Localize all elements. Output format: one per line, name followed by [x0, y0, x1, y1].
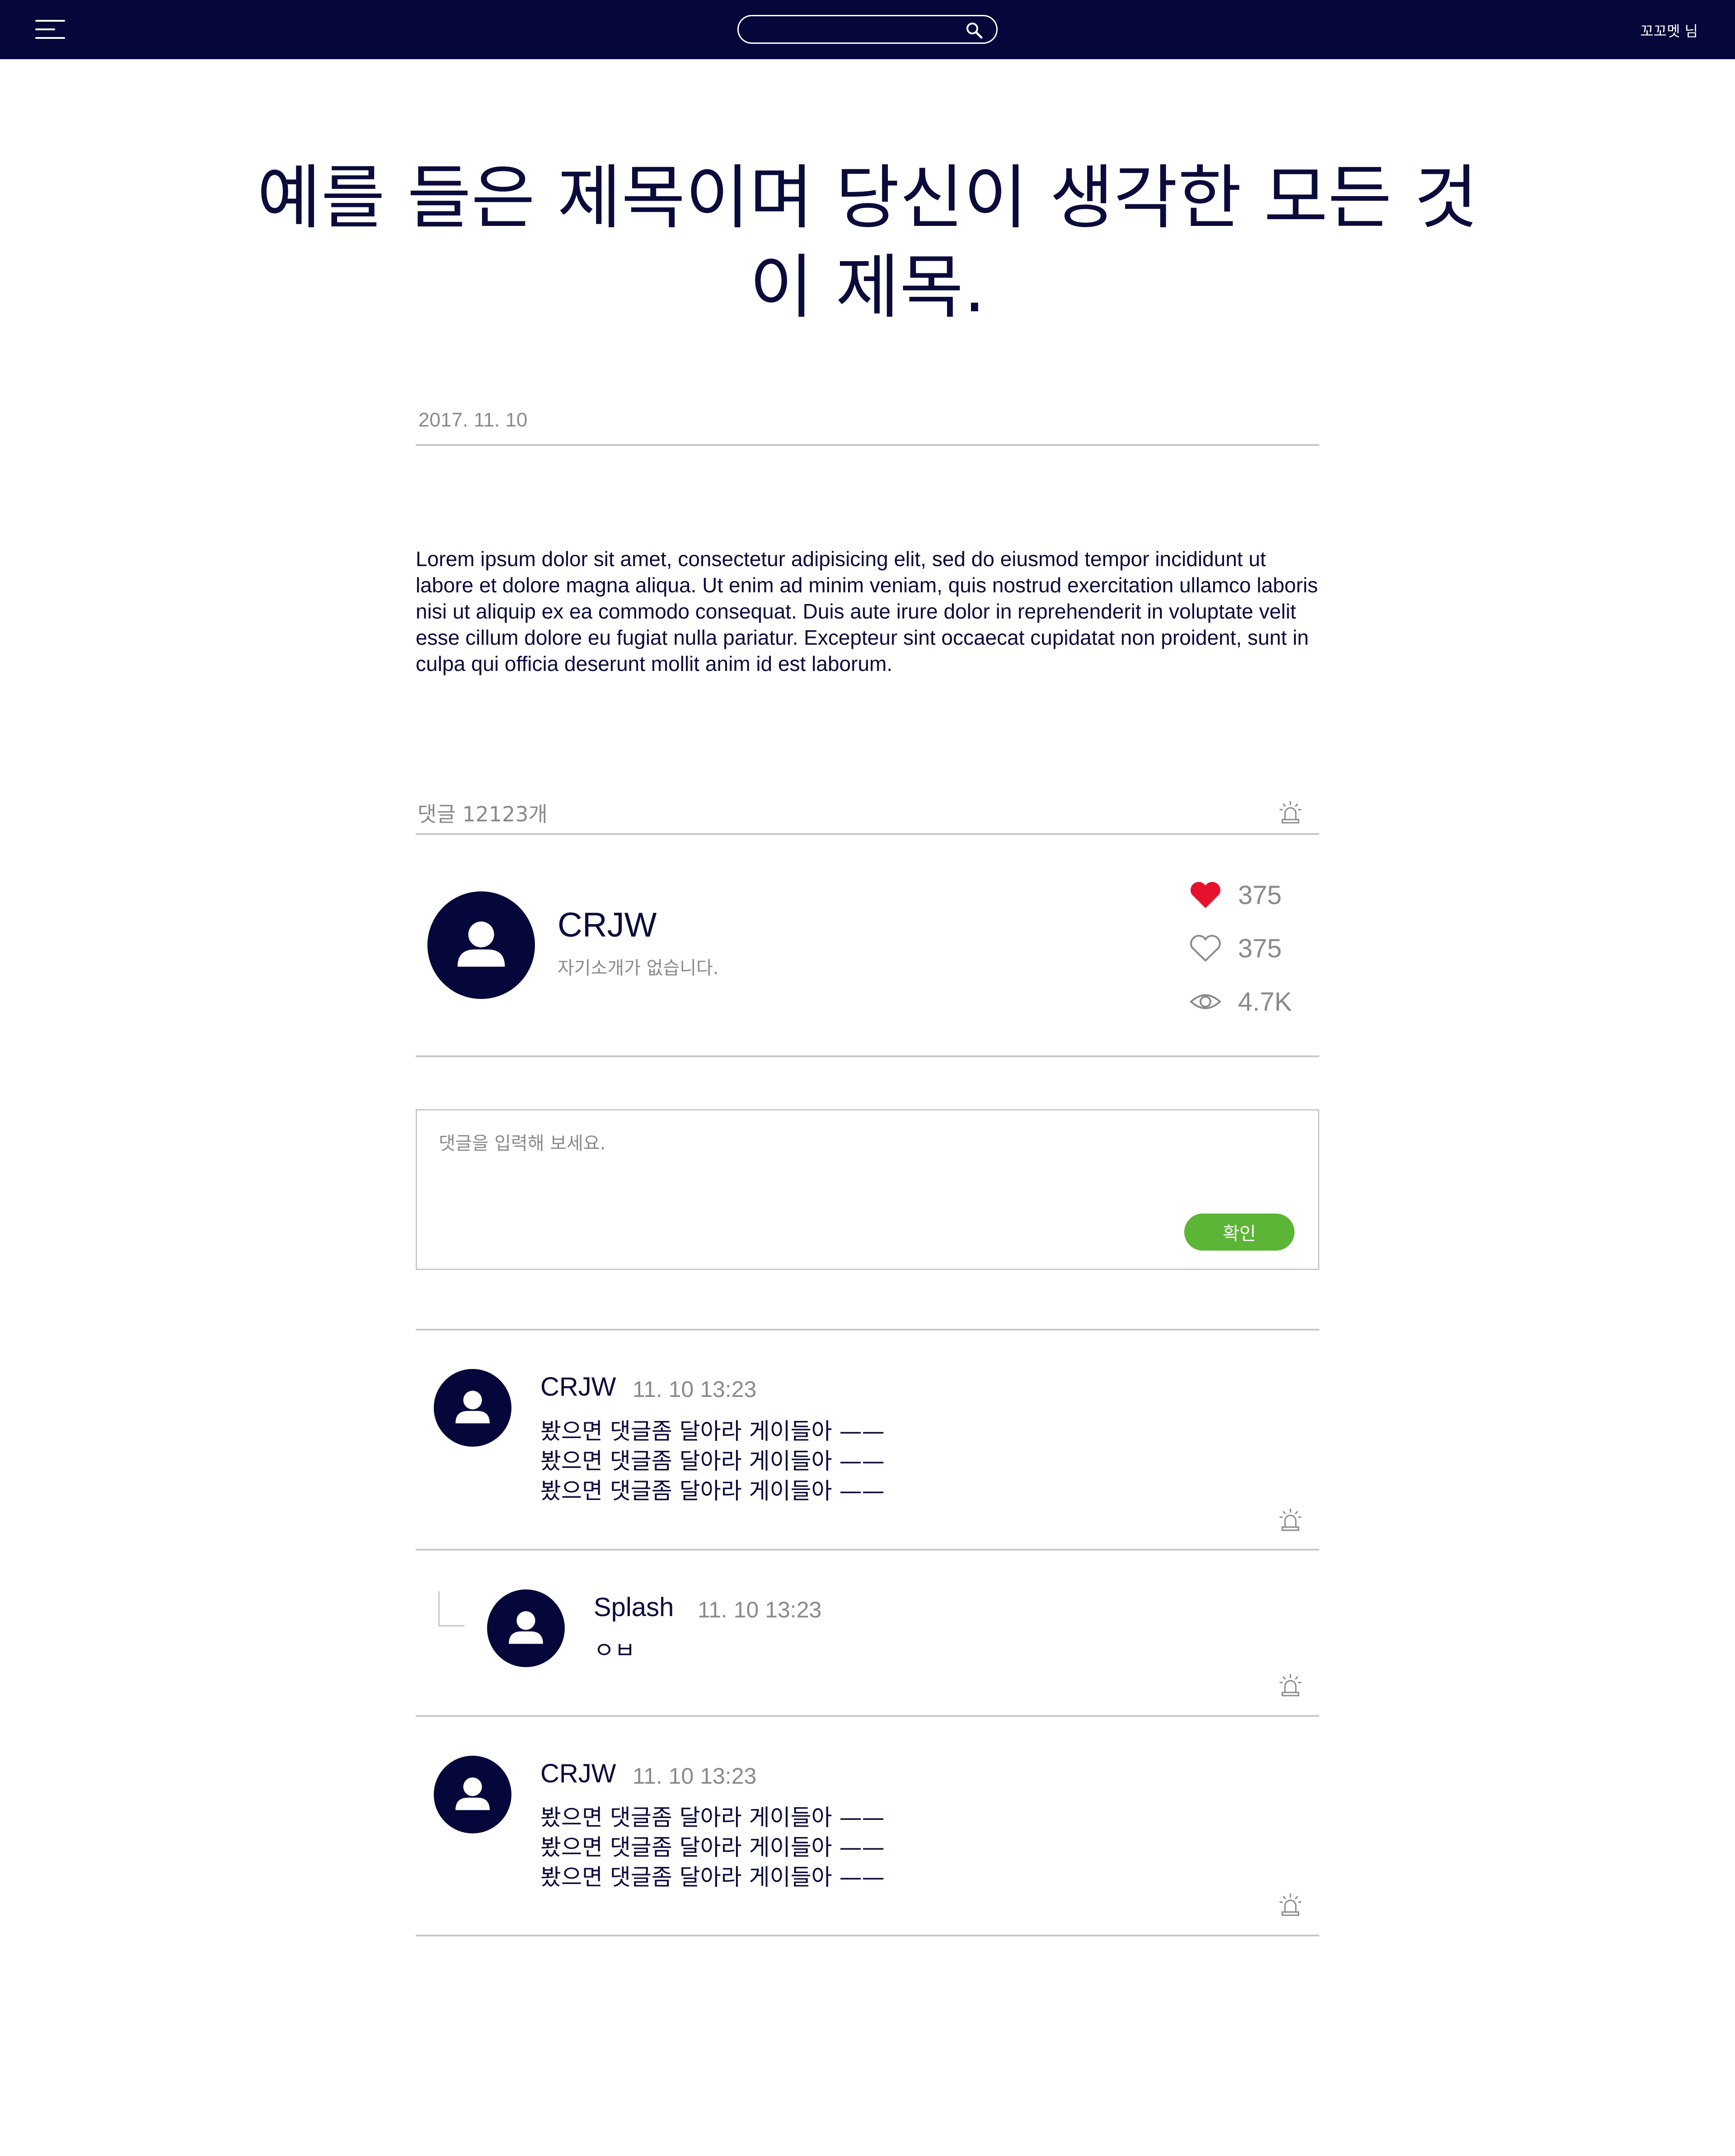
divider: [416, 833, 1319, 835]
comment-text: 봤으면 댓글좀 달아라 게이들아 —— 봤으면 댓글좀 달아라 게이들아 —— …: [540, 1804, 885, 1890]
report-siren-icon[interactable]: [1279, 1507, 1302, 1532]
comment-count: 댓글 12123개: [417, 802, 548, 826]
article-title: 예를 들은 제목이며 당신이 생각한 모든 것이 제목.: [257, 158, 1478, 328]
comment-form: 확인: [416, 1109, 1319, 1270]
divider: [416, 1329, 1319, 1331]
comment-time: 11. 10 13:23: [633, 1377, 757, 1402]
heart-outline-icon[interactable]: [1189, 934, 1222, 962]
report-siren-icon[interactable]: [1279, 1673, 1302, 1697]
commenter-avatar[interactable]: [434, 1369, 511, 1447]
user-silhouette-icon: [455, 1777, 490, 1810]
comment-text: ㅇㅂ: [594, 1637, 635, 1664]
divider: [416, 1055, 1319, 1057]
eye-icon: [1190, 994, 1221, 1009]
hamburger-menu-icon[interactable]: [35, 20, 65, 40]
comment-author[interactable]: Splash: [594, 1592, 674, 1622]
author-bio: 자기소개가 없습니다.: [558, 958, 719, 979]
comment-text: 봤으면 댓글좀 달아라 게이들아 —— 봤으면 댓글좀 달아라 게이들아 —— …: [540, 1418, 885, 1504]
user-name-label[interactable]: 꼬꼬멧 님: [1640, 20, 1698, 41]
report-siren-icon[interactable]: [1279, 1892, 1302, 1917]
view-stat: 4.7K: [1189, 983, 1307, 1019]
commenter-avatar[interactable]: [487, 1589, 565, 1667]
report-siren-icon[interactable]: [1279, 800, 1302, 824]
article-body: Lorem ipsum dolor sit amet, consectetur …: [416, 547, 1318, 675]
comment-time: 11. 10 13:23: [698, 1597, 822, 1622]
heart-filled-icon[interactable]: [1189, 881, 1222, 909]
like-stat[interactable]: 375: [1189, 876, 1307, 913]
user-silhouette-icon: [509, 1611, 543, 1644]
divider: [416, 1549, 1319, 1551]
like-count: 375: [1238, 881, 1282, 910]
comment-author[interactable]: CRJW: [540, 1758, 616, 1789]
reply-indicator: [438, 1591, 464, 1626]
commenter-avatar[interactable]: [434, 1756, 511, 1833]
user-silhouette-icon: [457, 921, 505, 967]
favorite-stat[interactable]: 375: [1189, 930, 1307, 966]
search-bar: [737, 15, 998, 44]
divider: [416, 1715, 1319, 1717]
comment-input[interactable]: [439, 1129, 1288, 1210]
top-navigation-bar: 꼬꼬멧 님: [0, 0, 1735, 59]
view-count: 4.7K: [1238, 987, 1292, 1017]
author-name[interactable]: CRJW: [558, 905, 657, 945]
search-input[interactable]: [750, 20, 957, 39]
user-silhouette-icon: [455, 1391, 490, 1424]
article-date: 2017. 11. 10: [418, 409, 528, 431]
search-icon[interactable]: [965, 21, 984, 40]
comment-author[interactable]: CRJW: [540, 1372, 616, 1402]
divider: [416, 444, 1319, 446]
favorite-count: 375: [1238, 934, 1282, 963]
divider: [416, 1935, 1319, 1936]
submit-comment-button[interactable]: 확인: [1184, 1214, 1294, 1251]
author-avatar[interactable]: [427, 891, 535, 999]
comment-time: 11. 10 13:23: [633, 1763, 757, 1789]
